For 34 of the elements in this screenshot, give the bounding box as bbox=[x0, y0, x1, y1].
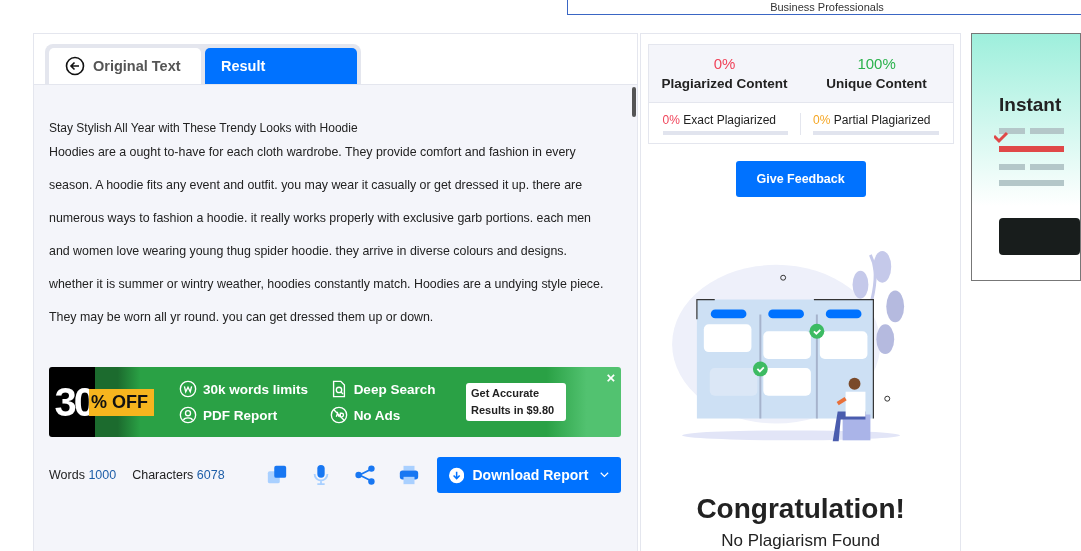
chevron-down-icon bbox=[600, 471, 610, 479]
advert-card[interactable]: Instant bbox=[971, 33, 1081, 281]
scrollbar-thumb[interactable] bbox=[632, 87, 637, 117]
breakdown-label: 0% Partial Plagiarized bbox=[813, 113, 932, 127]
share-icon[interactable] bbox=[353, 464, 376, 486]
print-icon[interactable] bbox=[397, 464, 420, 486]
score-label: Plagiarized Content bbox=[661, 76, 788, 91]
document-text: Hoodies are a ought to-have for each cloth wardrobe. They provide comfort and fashion in every season. A hoodie fits any event and outfit. you may wear it casually or get dressed it up. there are numerous ways to fashion a hoodie. it really works properly with exclusive garb portions. each men and women love wearing young thug spider hoodie. they arrive in diverse colours and designs. whether it is summer or wintry weather, hoodies constantly match. Hoodies are a undying style piece. They may be worn all yr round. you can get dressed them up or down. bbox=[49, 144, 605, 326]
score-label: Unique Content bbox=[826, 76, 927, 91]
copy-icon[interactable] bbox=[265, 464, 288, 486]
download-button[interactable]: Download Report bbox=[437, 457, 622, 493]
discount-tag: % OFF bbox=[89, 388, 154, 416]
feedback-button[interactable]: Give Feedback bbox=[735, 161, 866, 197]
download-icon bbox=[449, 465, 465, 485]
tab[interactable]: Original Text bbox=[49, 48, 201, 84]
breakdown-label: 0% Exact Plagiarized bbox=[662, 113, 777, 127]
result-title: Congratulation! bbox=[696, 493, 905, 525]
feature-label: 30k words limits bbox=[203, 381, 309, 397]
feature-label: No Ads bbox=[353, 407, 401, 423]
document-title: Stay Stylish All Year with These Trendy Looks with Hoodie bbox=[49, 120, 359, 136]
user-circle-icon bbox=[179, 406, 197, 424]
tab[interactable]: Result bbox=[205, 48, 357, 84]
no-ads-icon bbox=[329, 406, 348, 424]
feature-label: Deep Search bbox=[353, 381, 436, 397]
advert-title: Instant bbox=[999, 94, 1063, 116]
feature-label: PDF Report bbox=[203, 407, 278, 423]
count-label: Characters 6078 bbox=[132, 468, 225, 482]
header-text: Business Professionals bbox=[770, 1, 884, 14]
count-label: Words 1000 bbox=[49, 468, 117, 482]
result-subtitle: No Plagiarism Found bbox=[721, 531, 880, 551]
w-circle-icon bbox=[179, 380, 197, 398]
percentage: 100% bbox=[857, 55, 896, 72]
percentage: 0% bbox=[713, 55, 736, 72]
pricing-button[interactable]: Get Accurate Results in $9.80 bbox=[466, 383, 566, 421]
